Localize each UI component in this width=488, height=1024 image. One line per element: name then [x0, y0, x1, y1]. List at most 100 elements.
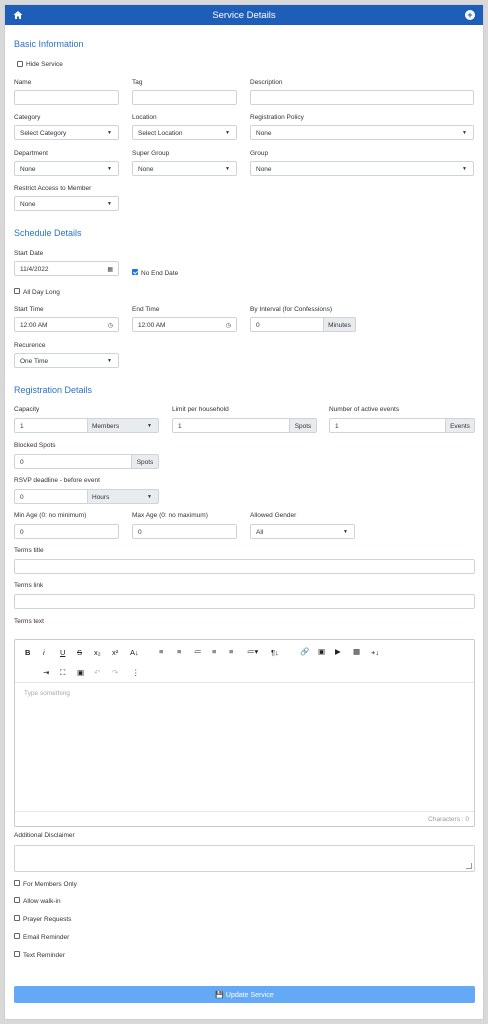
members-only-checkbox[interactable] [14, 880, 20, 886]
department-select[interactable]: None [14, 161, 119, 176]
justify-icon[interactable]: ≡ [229, 647, 233, 656]
disclaimer-textarea[interactable] [14, 845, 475, 872]
align-center-icon[interactable]: ≡ [177, 647, 181, 656]
image-icon[interactable]: ▣ [318, 647, 325, 656]
blocked-spots-label: Blocked Spots [14, 442, 56, 449]
start-date-input[interactable]: 11/4/2022 ▦ [14, 261, 119, 276]
name-label: Name [14, 79, 32, 86]
active-events-label: Number of active events [329, 406, 400, 413]
department-label: Department [14, 150, 48, 157]
location-select[interactable]: Select Location [132, 125, 237, 140]
video-icon[interactable]: ▶ [335, 647, 341, 656]
capacity-unit-select[interactable]: Members [87, 418, 159, 433]
basic-info-heading: Basic Information [14, 39, 84, 49]
restrict-access-select[interactable]: None [14, 196, 119, 211]
terms-title-label: Terms title [14, 547, 44, 554]
recurrence-label: Recurence [14, 342, 46, 349]
description-label: Description [250, 79, 283, 86]
insert-more-button[interactable]: +↓ [371, 648, 379, 657]
start-time-input[interactable]: 12:00 AM ◷ [14, 317, 119, 332]
calendar-icon[interactable]: ▦ [107, 266, 113, 273]
italic-button[interactable]: i [43, 648, 45, 657]
max-age-input[interactable]: 0 [132, 524, 237, 539]
registration-policy-select[interactable]: None [250, 125, 474, 140]
category-label: Category [14, 114, 41, 121]
group-label: Group [250, 150, 269, 157]
service-details-panel: Service Details + Basic Information Hide… [4, 4, 484, 1020]
plus-circle-icon[interactable]: + [465, 10, 475, 20]
super-group-select[interactable]: None [132, 161, 237, 176]
start-time-label: Start Time [14, 306, 44, 313]
interval-input[interactable]: 0 [250, 317, 324, 332]
walk-in-label: Allow walk-in [23, 898, 61, 905]
walk-in-checkbox[interactable] [14, 897, 20, 903]
allowed-gender-label: Allowed Gender [250, 512, 297, 519]
all-day-checkbox[interactable] [14, 288, 20, 294]
tag-input[interactable] [132, 90, 237, 105]
prayer-requests-checkbox[interactable] [14, 915, 20, 921]
registration-policy-label: Registration Policy [250, 114, 304, 121]
clock-icon[interactable]: ◷ [226, 322, 231, 329]
clock-icon[interactable]: ◷ [108, 322, 113, 329]
terms-title-input[interactable] [14, 559, 475, 574]
update-service-button[interactable]: 💾 Update Service [14, 986, 475, 1003]
table-icon[interactable]: ▦ [353, 647, 360, 656]
list-dropdown-icon[interactable]: ≔▾ [247, 647, 258, 656]
recurrence-select[interactable]: One Time [14, 353, 119, 368]
end-time-input[interactable]: 12:00 AM ◷ [132, 317, 237, 332]
strikethrough-button[interactable]: S [77, 648, 82, 657]
name-input[interactable] [14, 90, 119, 105]
page-title: Service Details [212, 10, 276, 21]
limit-label: Limit per household [172, 406, 229, 413]
group-select[interactable]: None [250, 161, 474, 176]
hide-service-checkbox[interactable] [17, 61, 23, 67]
email-reminder-label: Email Reminder [23, 934, 70, 941]
email-reminder-checkbox[interactable] [14, 933, 20, 939]
location-label: Location [132, 114, 157, 121]
paragraph-format-button[interactable]: ¶↓ [271, 648, 279, 657]
capacity-input[interactable]: 1 [14, 418, 88, 433]
underline-button[interactable]: U [60, 648, 65, 657]
bold-button[interactable]: B [25, 648, 30, 657]
prayer-requests-label: Prayer Requests [23, 916, 72, 923]
terms-text-editor[interactable]: B i U S x₂ x² A↓ ≡ ≡ ≔ ≡ ≡ ≔▾ ¶↓ 🔗 ▣ ▶ ▦… [14, 639, 475, 827]
more-options-button[interactable]: ⋮ [132, 668, 140, 677]
super-group-label: Super Group [132, 150, 170, 157]
text-reminder-checkbox[interactable] [14, 951, 20, 957]
active-events-input[interactable]: 1 [329, 418, 446, 433]
category-select[interactable]: Select Category [14, 125, 119, 140]
min-age-input[interactable]: 0 [14, 524, 119, 539]
editor-footer: Characters : 0 [15, 811, 474, 826]
all-day-label: All Day Long [23, 289, 60, 296]
blocked-spots-input[interactable]: 0 [14, 454, 132, 469]
no-end-date-checkbox[interactable] [132, 269, 138, 275]
min-age-label: Min Age (0: no minimum) [14, 512, 87, 519]
rsvp-unit-select[interactable]: Hours [87, 489, 159, 504]
rsvp-deadline-input[interactable]: 0 [14, 489, 88, 504]
select-all-icon[interactable]: ▣ [77, 668, 84, 677]
allowed-gender-select[interactable]: All [250, 524, 355, 539]
align-right-icon[interactable]: ≡ [212, 647, 216, 656]
tag-label: Tag [132, 79, 143, 86]
indent-icon[interactable]: ⇥ [43, 668, 49, 677]
fullscreen-icon[interactable]: ⛶ [60, 668, 65, 678]
end-time-label: End Time [132, 306, 160, 313]
terms-link-input[interactable] [14, 594, 475, 609]
font-size-button[interactable]: A↓ [130, 648, 139, 657]
superscript-button[interactable]: x² [112, 648, 118, 657]
end-time-value: 12:00 AM [138, 322, 166, 329]
subscript-button[interactable]: x₂ [94, 648, 101, 657]
redo-icon[interactable]: ↷ [112, 668, 118, 677]
members-only-label: For Members Only [23, 881, 77, 888]
ordered-list-icon[interactable]: ≔ [194, 647, 202, 656]
registration-heading: Registration Details [14, 385, 93, 395]
limit-input[interactable]: 1 [172, 418, 290, 433]
description-input[interactable] [250, 90, 474, 105]
link-icon[interactable]: 🔗 [300, 647, 309, 656]
align-left-icon[interactable]: ≡ [159, 647, 163, 656]
disclaimer-label: Additional Disclaimer [14, 832, 75, 839]
limit-unit: Spots [289, 418, 317, 433]
start-time-value: 12:00 AM [20, 322, 48, 329]
text-reminder-label: Text Reminder [23, 952, 65, 959]
undo-icon[interactable]: ↶ [94, 668, 100, 677]
